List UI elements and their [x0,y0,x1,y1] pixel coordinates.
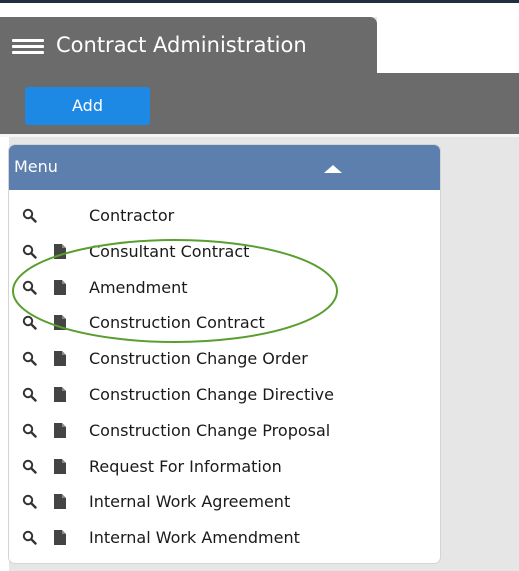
search-icon[interactable] [22,494,37,510]
toolbar: Add [0,73,519,134]
page-title: Contract Administration [56,33,307,57]
menu-item-construction-change-proposal: Construction Change Proposal [9,414,440,450]
document-icon[interactable] [54,494,66,510]
menu-item-label[interactable]: Internal Work Agreement [89,492,290,512]
document-icon[interactable] [54,351,66,367]
menu-item-internal-work-agreement: Internal Work Agreement [9,485,440,521]
search-icon[interactable] [22,423,37,438]
menu-item-construction-change-directive: Construction Change Directive [9,378,440,414]
menu-title: Menu [14,157,58,176]
search-icon[interactable] [22,315,37,331]
menu-panel: Menu Contractor Consultant Contract Amen… [9,145,440,563]
hamburger-icon[interactable] [12,39,44,55]
menu-item-label[interactable]: Consultant Contract [89,242,249,262]
menu-item-consultant-contract: Consultant Contract [9,235,440,271]
menu-list: Contractor Consultant Contract Amendment… [9,199,440,557]
menu-item-construction-contract: Construction Contract [9,306,440,342]
document-icon[interactable] [54,458,66,474]
top-spacer [0,3,519,17]
menu-item-label[interactable]: Construction Contract [89,313,265,333]
search-icon[interactable] [22,387,37,402]
document-icon[interactable] [54,243,66,259]
menu-item-label[interactable]: Construction Change Directive [89,385,334,405]
document-icon[interactable] [54,279,66,295]
document-icon[interactable] [54,422,66,438]
menu-header[interactable]: Menu [9,145,440,190]
left-gutter [0,137,9,571]
menu-item-label[interactable]: Contractor [89,206,174,226]
search-icon[interactable] [22,208,37,223]
menu-item-request-for-information: Request For Information [9,450,440,486]
menu-item-amendment: Amendment [9,271,440,307]
app-title-tab[interactable]: Contract Administration [0,17,377,73]
menu-item-label[interactable]: Construction Change Proposal [89,421,330,441]
search-icon[interactable] [22,244,37,259]
menu-item-label[interactable]: Amendment [89,278,188,298]
menu-item-internal-work-amendment: Internal Work Amendment [9,521,440,557]
document-icon[interactable] [54,315,66,331]
menu-item-label[interactable]: Internal Work Amendment [89,528,300,548]
menu-item-construction-change-order: Construction Change Order [9,342,440,378]
menu-item-label[interactable]: Construction Change Order [89,349,308,369]
search-icon[interactable] [22,530,37,545]
caret-up-icon[interactable] [324,165,342,173]
search-icon[interactable] [22,459,37,474]
search-icon[interactable] [22,351,37,366]
menu-item-contractor: Contractor [9,199,440,235]
menu-item-label[interactable]: Request For Information [89,457,282,477]
tab-strip-background [377,17,519,73]
document-icon[interactable] [54,530,66,546]
toolbar-divider [0,134,519,137]
document-icon[interactable] [54,386,66,402]
search-icon[interactable] [22,280,37,295]
add-button[interactable]: Add [25,87,150,125]
